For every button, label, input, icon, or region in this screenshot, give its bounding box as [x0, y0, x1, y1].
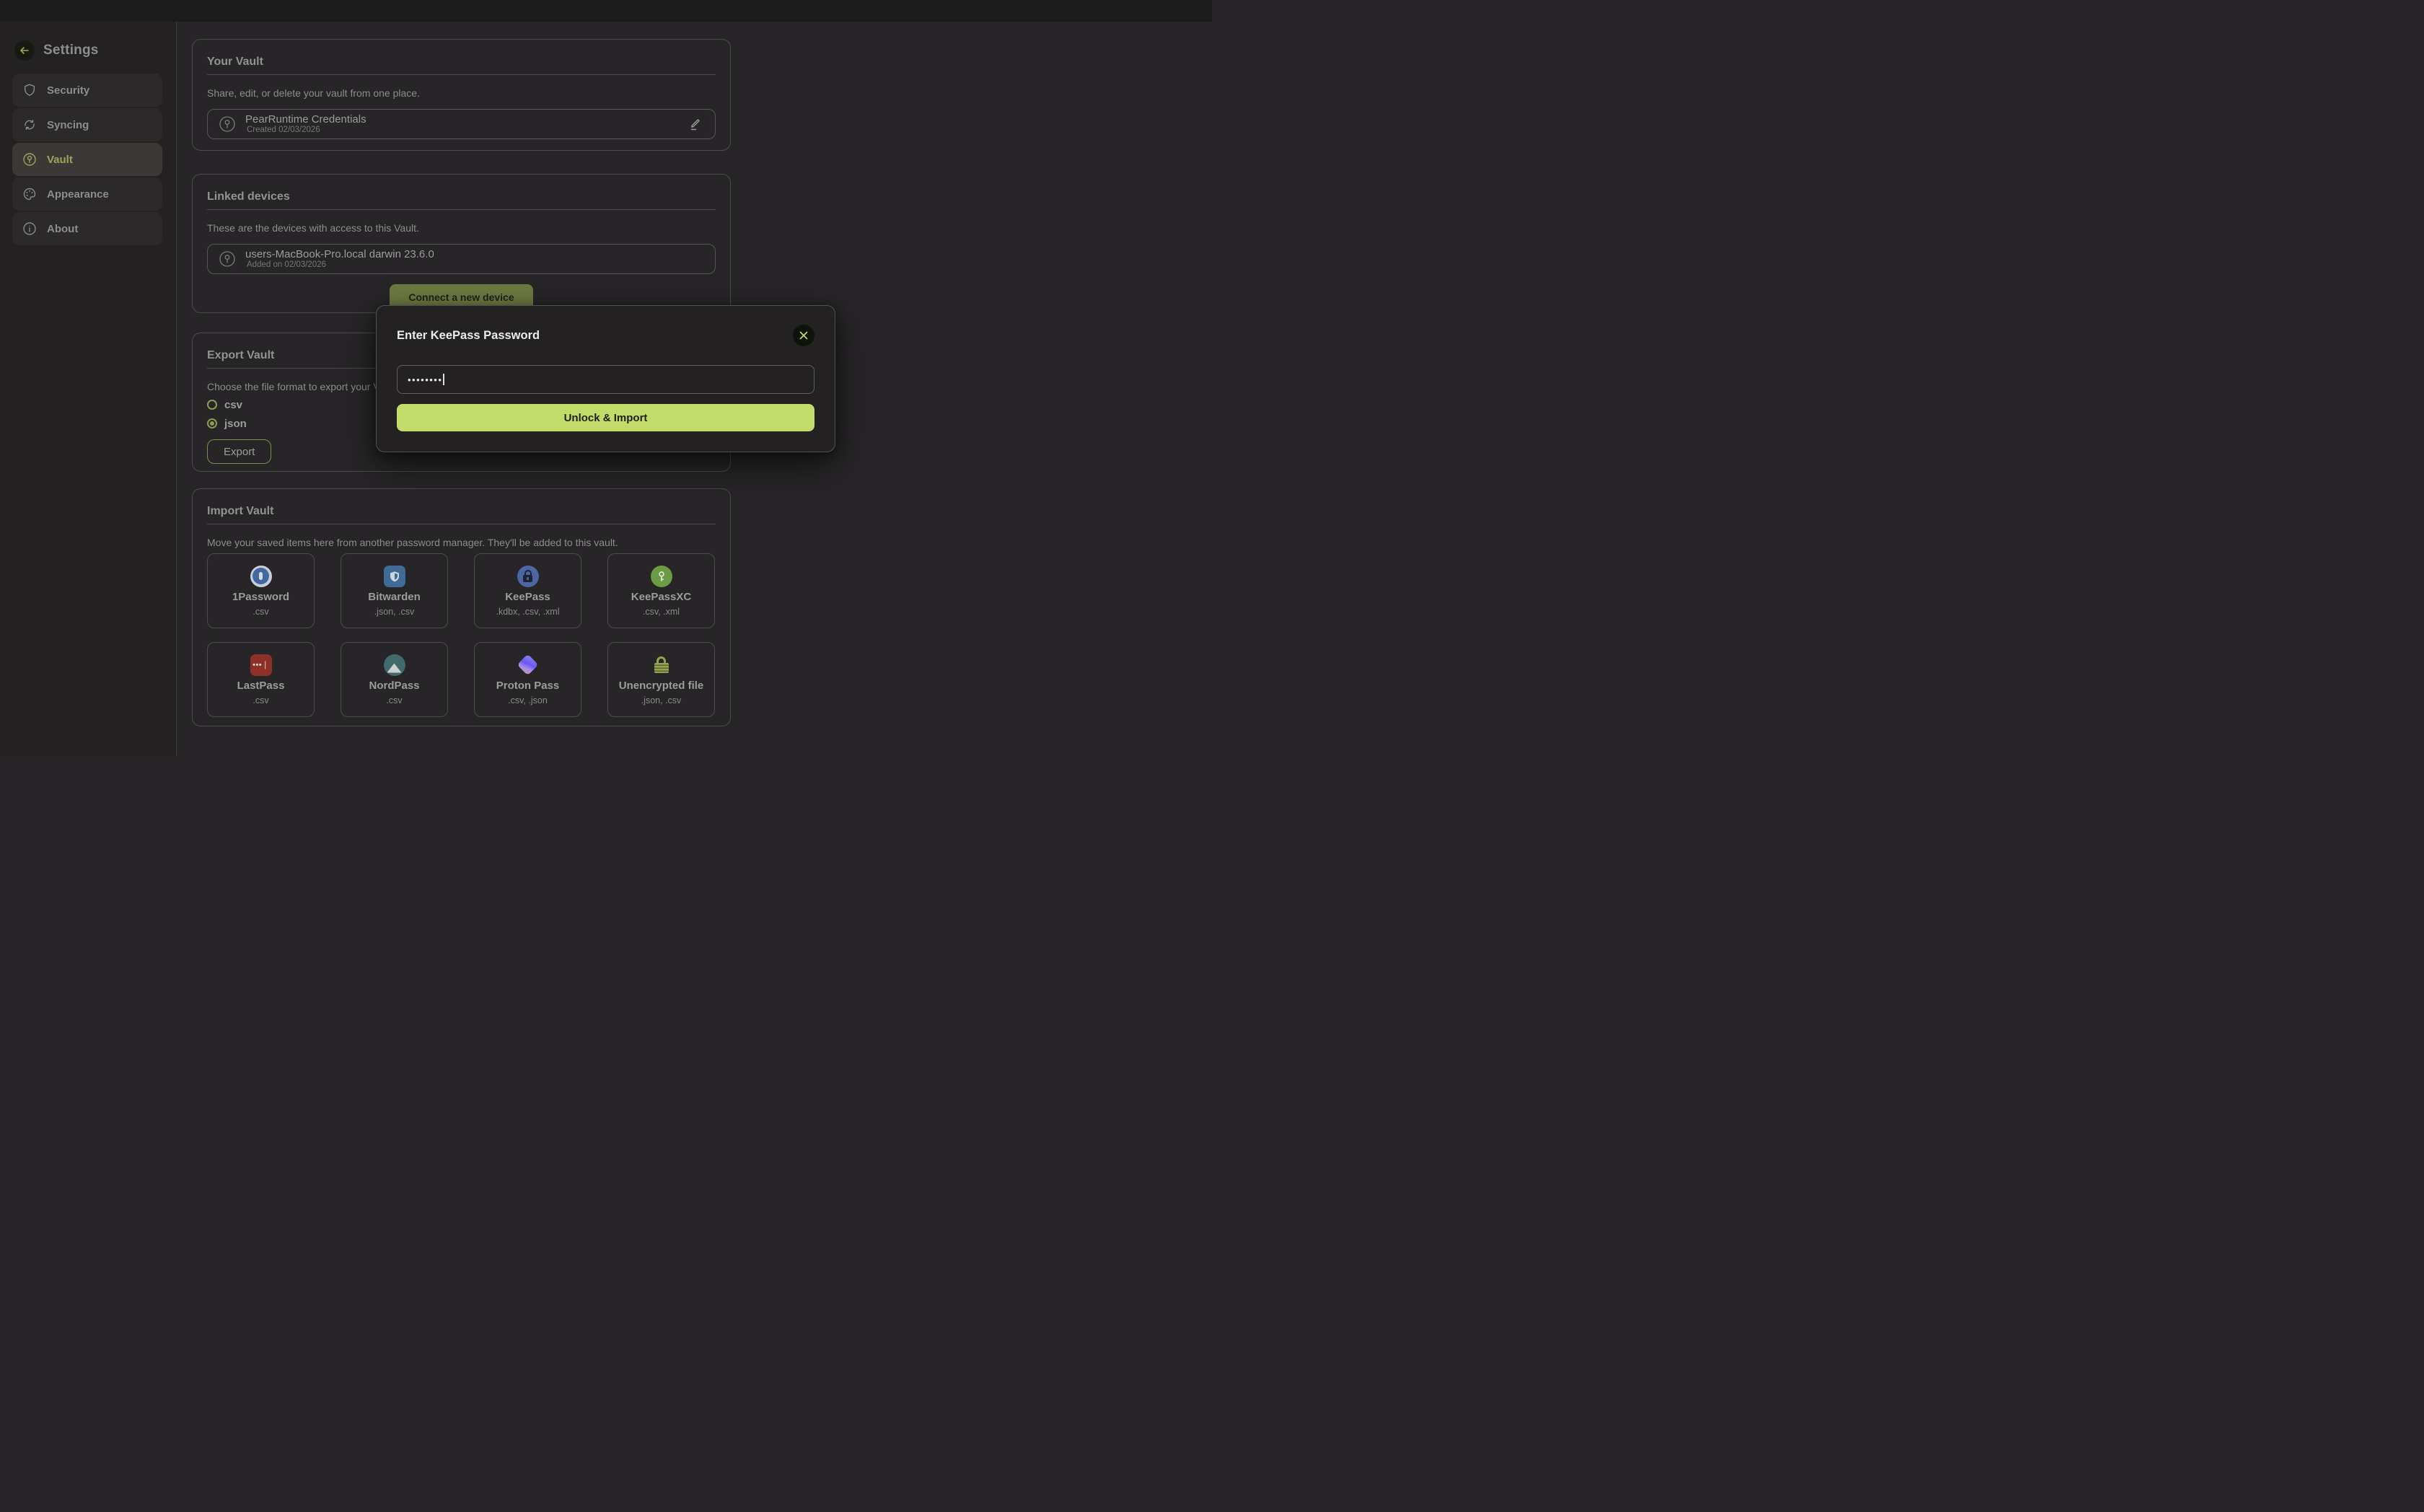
shield-icon	[22, 83, 37, 97]
sync-icon	[22, 118, 37, 132]
close-button[interactable]	[793, 325, 814, 346]
import-tile-keepassxc[interactable]: KeePassXC .csv, .xml	[607, 553, 715, 628]
import-tile-1password[interactable]: 1Password .csv	[207, 553, 315, 628]
1password-icon	[250, 566, 272, 587]
password-input[interactable]: ••••••••	[397, 365, 814, 394]
import-tile-lastpass[interactable]: LastPass .csv	[207, 642, 315, 717]
radio-icon-selected[interactable]	[207, 418, 217, 428]
section-description: Share, edit, or delete your vault from o…	[207, 87, 716, 100]
your-vault-section: Your Vault Share, edit, or delete your v…	[192, 39, 731, 151]
radio-icon[interactable]	[207, 400, 217, 410]
page-title: Settings	[43, 43, 99, 58]
device-added-date: Added on 02/03/2026	[247, 260, 434, 270]
lastpass-icon	[250, 654, 272, 676]
key-icon	[218, 115, 237, 133]
divider	[207, 209, 716, 210]
window-titlebar	[0, 0, 1212, 22]
tile-name: KeePass	[505, 592, 550, 603]
dialog-title: Enter KeePass Password	[397, 329, 540, 343]
sidebar-item-vault[interactable]: Vault	[12, 143, 162, 176]
proton-pass-icon	[517, 654, 539, 676]
nordpass-icon	[384, 654, 405, 676]
tile-formats: .csv	[252, 696, 268, 706]
divider	[207, 74, 716, 75]
lock-icon	[654, 656, 669, 673]
vault-created-date: Created 02/03/2026	[247, 126, 366, 135]
sidebar-item-label: Syncing	[47, 119, 89, 131]
bitwarden-icon	[384, 566, 405, 587]
tile-formats: .csv, .json	[508, 696, 548, 706]
vault-name: PearRuntime Credentials	[245, 113, 366, 126]
import-tile-keepass[interactable]: KeePass .kdbx, .csv, .xml	[474, 553, 581, 628]
section-title: Your Vault	[207, 56, 716, 68]
sidebar-item-label: Security	[47, 84, 89, 97]
tile-name: KeePassXC	[631, 592, 691, 603]
radio-label: json	[224, 418, 247, 430]
import-tile-grid: 1Password .csv Bitwarden .json, .csv Kee…	[207, 553, 716, 717]
tile-name: LastPass	[237, 680, 285, 692]
radio-label: csv	[224, 399, 242, 411]
sidebar-item-label: About	[47, 223, 78, 235]
tile-formats: .csv	[386, 696, 402, 706]
sidebar-header: Settings	[14, 39, 176, 62]
tile-name: Proton Pass	[496, 680, 560, 692]
sidebar-item-appearance[interactable]: Appearance	[12, 177, 162, 211]
sidebar-item-syncing[interactable]: Syncing	[12, 108, 162, 141]
export-button[interactable]: Export	[207, 439, 271, 464]
sidebar-item-label: Vault	[47, 154, 73, 166]
tile-formats: .json, .csv	[641, 696, 682, 706]
linked-devices-section: Linked devices These are the devices wit…	[192, 174, 731, 313]
vault-row[interactable]: PearRuntime Credentials Created 02/03/20…	[207, 109, 716, 139]
keepass-icon	[517, 566, 539, 587]
sidebar-item-security[interactable]: Security	[12, 74, 162, 107]
keepass-password-dialog: Enter KeePass Password •••••••• Unlock &…	[376, 305, 835, 452]
text-caret	[443, 374, 444, 385]
tile-name: Bitwarden	[368, 592, 421, 603]
key-icon	[218, 250, 237, 268]
tile-formats: .json, .csv	[374, 607, 415, 617]
import-tile-unencrypted[interactable]: Unencrypted file .json, .csv	[607, 642, 715, 717]
import-tile-nordpass[interactable]: NordPass .csv	[341, 642, 448, 717]
sidebar: Settings Security Syncing Vault Appearan…	[0, 22, 177, 756]
arrow-left-icon	[19, 45, 30, 56]
sidebar-item-label: Appearance	[47, 188, 109, 201]
section-title: Linked devices	[207, 190, 716, 203]
tile-name: 1Password	[232, 592, 289, 603]
device-name: users-MacBook-Pro.local darwin 23.6.0	[245, 248, 434, 260]
palette-icon	[22, 187, 37, 201]
tile-formats: .csv	[252, 607, 268, 617]
vault-key-icon	[22, 152, 37, 167]
import-tile-bitwarden[interactable]: Bitwarden .json, .csv	[341, 553, 448, 628]
section-title: Import Vault	[207, 505, 716, 517]
import-vault-section: Import Vault Move your saved items here …	[192, 488, 731, 726]
tile-formats: .kdbx, .csv, .xml	[496, 607, 560, 617]
import-tile-protonpass[interactable]: Proton Pass .csv, .json	[474, 642, 581, 717]
password-masked-value: ••••••••	[408, 375, 442, 384]
tile-name: Unencrypted file	[619, 680, 704, 692]
device-row: users-MacBook-Pro.local darwin 23.6.0 Ad…	[207, 244, 716, 274]
edit-icon[interactable]	[688, 116, 703, 132]
keepassxc-icon	[651, 566, 672, 587]
tile-name: NordPass	[369, 680, 419, 692]
unlock-import-button[interactable]: Unlock & Import	[397, 404, 814, 431]
tile-formats: .csv, .xml	[643, 607, 680, 617]
sidebar-item-about[interactable]: About	[12, 212, 162, 245]
close-icon	[799, 330, 809, 340]
section-description: These are the devices with access to thi…	[207, 222, 716, 234]
info-icon	[22, 221, 37, 236]
back-button[interactable]	[14, 40, 35, 61]
section-description: Move your saved items here from another …	[207, 537, 716, 549]
